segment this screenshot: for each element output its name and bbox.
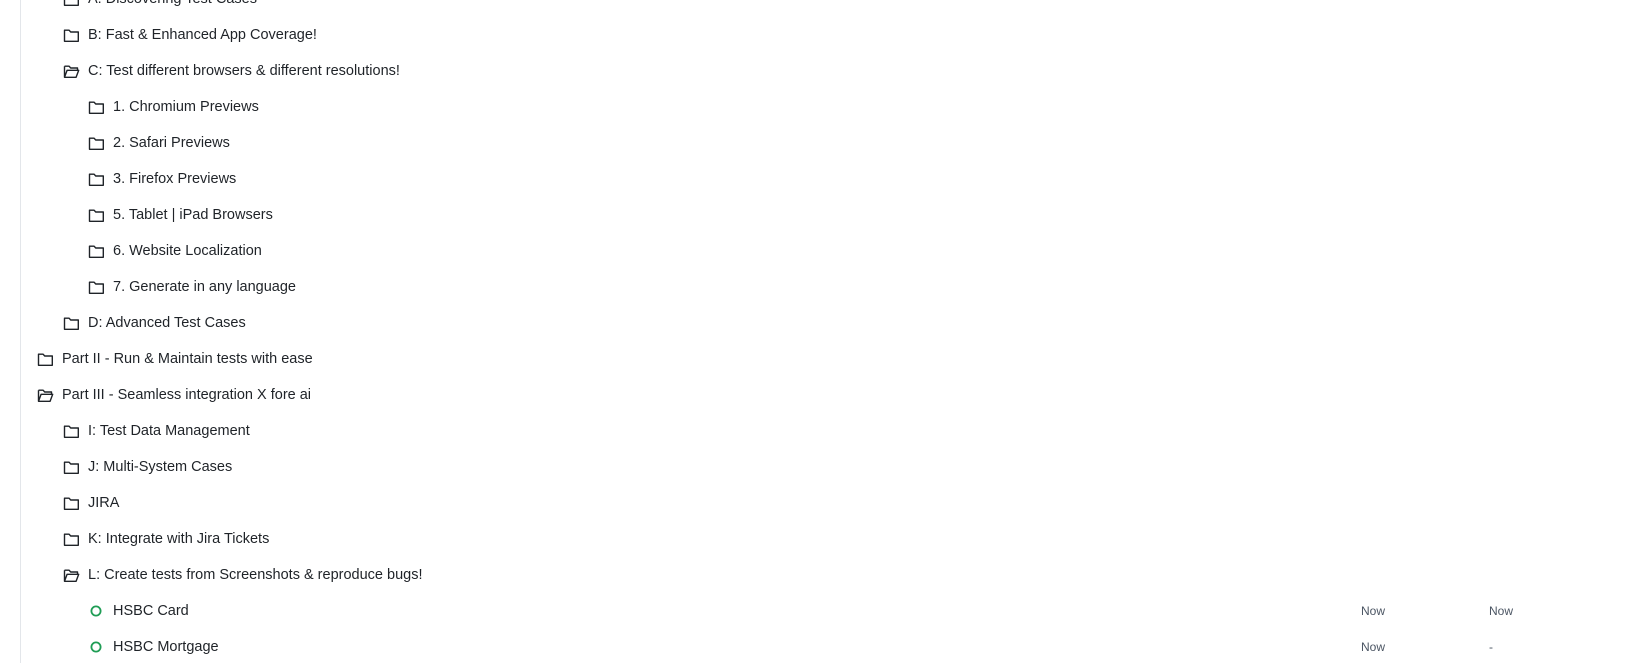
folder-name: 7. Generate in any language [113,279,296,295]
folder-row[interactable]: I: Test Data Management [21,413,1645,449]
folder-row[interactable]: J: Multi-System Cases [21,449,1645,485]
folder-open-icon [62,63,80,79]
folder-name: J: Multi-System Cases [88,459,233,475]
folder-row[interactable]: Part II - Run & Maintain tests with ease [21,341,1645,377]
folder-icon-graphic [37,353,53,366]
status-circle-icon [87,639,105,655]
folder-icon [62,423,80,439]
test-last-updated: Now [1489,604,1514,618]
test-last-updated: - [1489,640,1493,654]
folder-row[interactable]: JIRA [21,485,1645,521]
folder-icon [62,0,80,7]
folder-name: 1. Chromium Previews [113,99,259,115]
folder-icon [62,531,80,547]
folder-icon [36,351,54,367]
folder-name: JIRA [88,495,120,511]
test-tree-view: A: Discovering Test Cases B: Fast & Enhan… [0,0,1645,663]
test-row[interactable]: HSBC Mortgage Now - [21,629,1645,663]
folder-icon [87,99,105,115]
folder-name: L: Create tests from Screenshots & repro… [88,567,423,583]
folder-name: Part II - Run & Maintain tests with ease [62,351,313,367]
test-row[interactable]: HSBC Card Now Now [21,593,1645,629]
folder-icon-graphic [88,209,104,222]
folder-icon-graphic [88,101,104,114]
folder-row[interactable]: 3. Firefox Previews [21,161,1645,197]
folder-open-icon-graphic [63,569,79,582]
folder-icon-graphic [63,497,79,510]
folder-row[interactable]: K: Integrate with Jira Tickets [21,521,1645,557]
folder-row[interactable]: 6. Website Localization [21,233,1645,269]
folder-row[interactable]: 5. Tablet | iPad Browsers [21,197,1645,233]
test-last-run: Now [1361,640,1386,654]
folder-name: B: Fast & Enhanced App Coverage! [88,27,317,43]
folder-name: I: Test Data Management [88,423,250,439]
folder-name: Part III - Seamless integration X fore a… [62,387,312,403]
folder-row[interactable]: 7. Generate in any language [21,269,1645,305]
status-circle-icon-graphic [90,641,102,653]
folder-icon-graphic [63,425,79,438]
folder-icon [62,459,80,475]
folder-icon-graphic [88,281,104,294]
folder-open-icon [62,567,80,583]
folder-name: D: Advanced Test Cases [88,315,246,331]
folder-icon-graphic [63,461,79,474]
folder-row[interactable]: 2. Safari Previews [21,125,1645,161]
folder-icon-graphic [63,533,79,546]
folder-name: 3. Firefox Previews [113,171,237,187]
folder-open-icon-graphic [37,389,53,402]
folder-name: K: Integrate with Jira Tickets [88,531,270,547]
folder-icon [62,315,80,331]
folder-icon [87,135,105,151]
folder-row[interactable]: C: Test different browsers & different r… [21,53,1645,89]
folder-icon-graphic [88,173,104,186]
folder-open-icon-graphic [63,65,79,78]
folder-row[interactable]: 1. Chromium Previews [21,89,1645,125]
folder-row[interactable]: B: Fast & Enhanced App Coverage! [21,17,1645,53]
folder-icon [87,243,105,259]
folder-name: 2. Safari Previews [113,135,230,151]
status-circle-icon [87,603,105,619]
status-circle-icon-graphic [90,605,102,617]
folder-icon-graphic [63,0,79,6]
folder-name: A: Discovering Test Cases [88,0,257,7]
folder-row[interactable]: D: Advanced Test Cases [21,305,1645,341]
test-name: HSBC Mortgage [113,639,219,655]
test-name: HSBC Card [113,603,189,619]
folder-icon [87,279,105,295]
folder-icon-graphic [63,317,79,330]
folder-row[interactable]: L: Create tests from Screenshots & repro… [21,557,1645,593]
folder-icon [87,207,105,223]
folder-icon [62,495,80,511]
folder-icon [62,27,80,43]
folder-icon [87,171,105,187]
folder-open-icon [36,387,54,403]
folder-name: C: Test different browsers & different r… [88,63,400,79]
folder-row[interactable]: Part III - Seamless integration X fore a… [21,377,1645,413]
folder-name: 5. Tablet | iPad Browsers [113,207,273,223]
folder-icon-graphic [63,29,79,42]
folder-icon-graphic [88,137,104,150]
test-last-run: Now [1361,604,1386,618]
folder-row[interactable]: A: Discovering Test Cases [21,0,1645,17]
folder-name: 6. Website Localization [113,243,262,259]
folder-icon-graphic [88,245,104,258]
